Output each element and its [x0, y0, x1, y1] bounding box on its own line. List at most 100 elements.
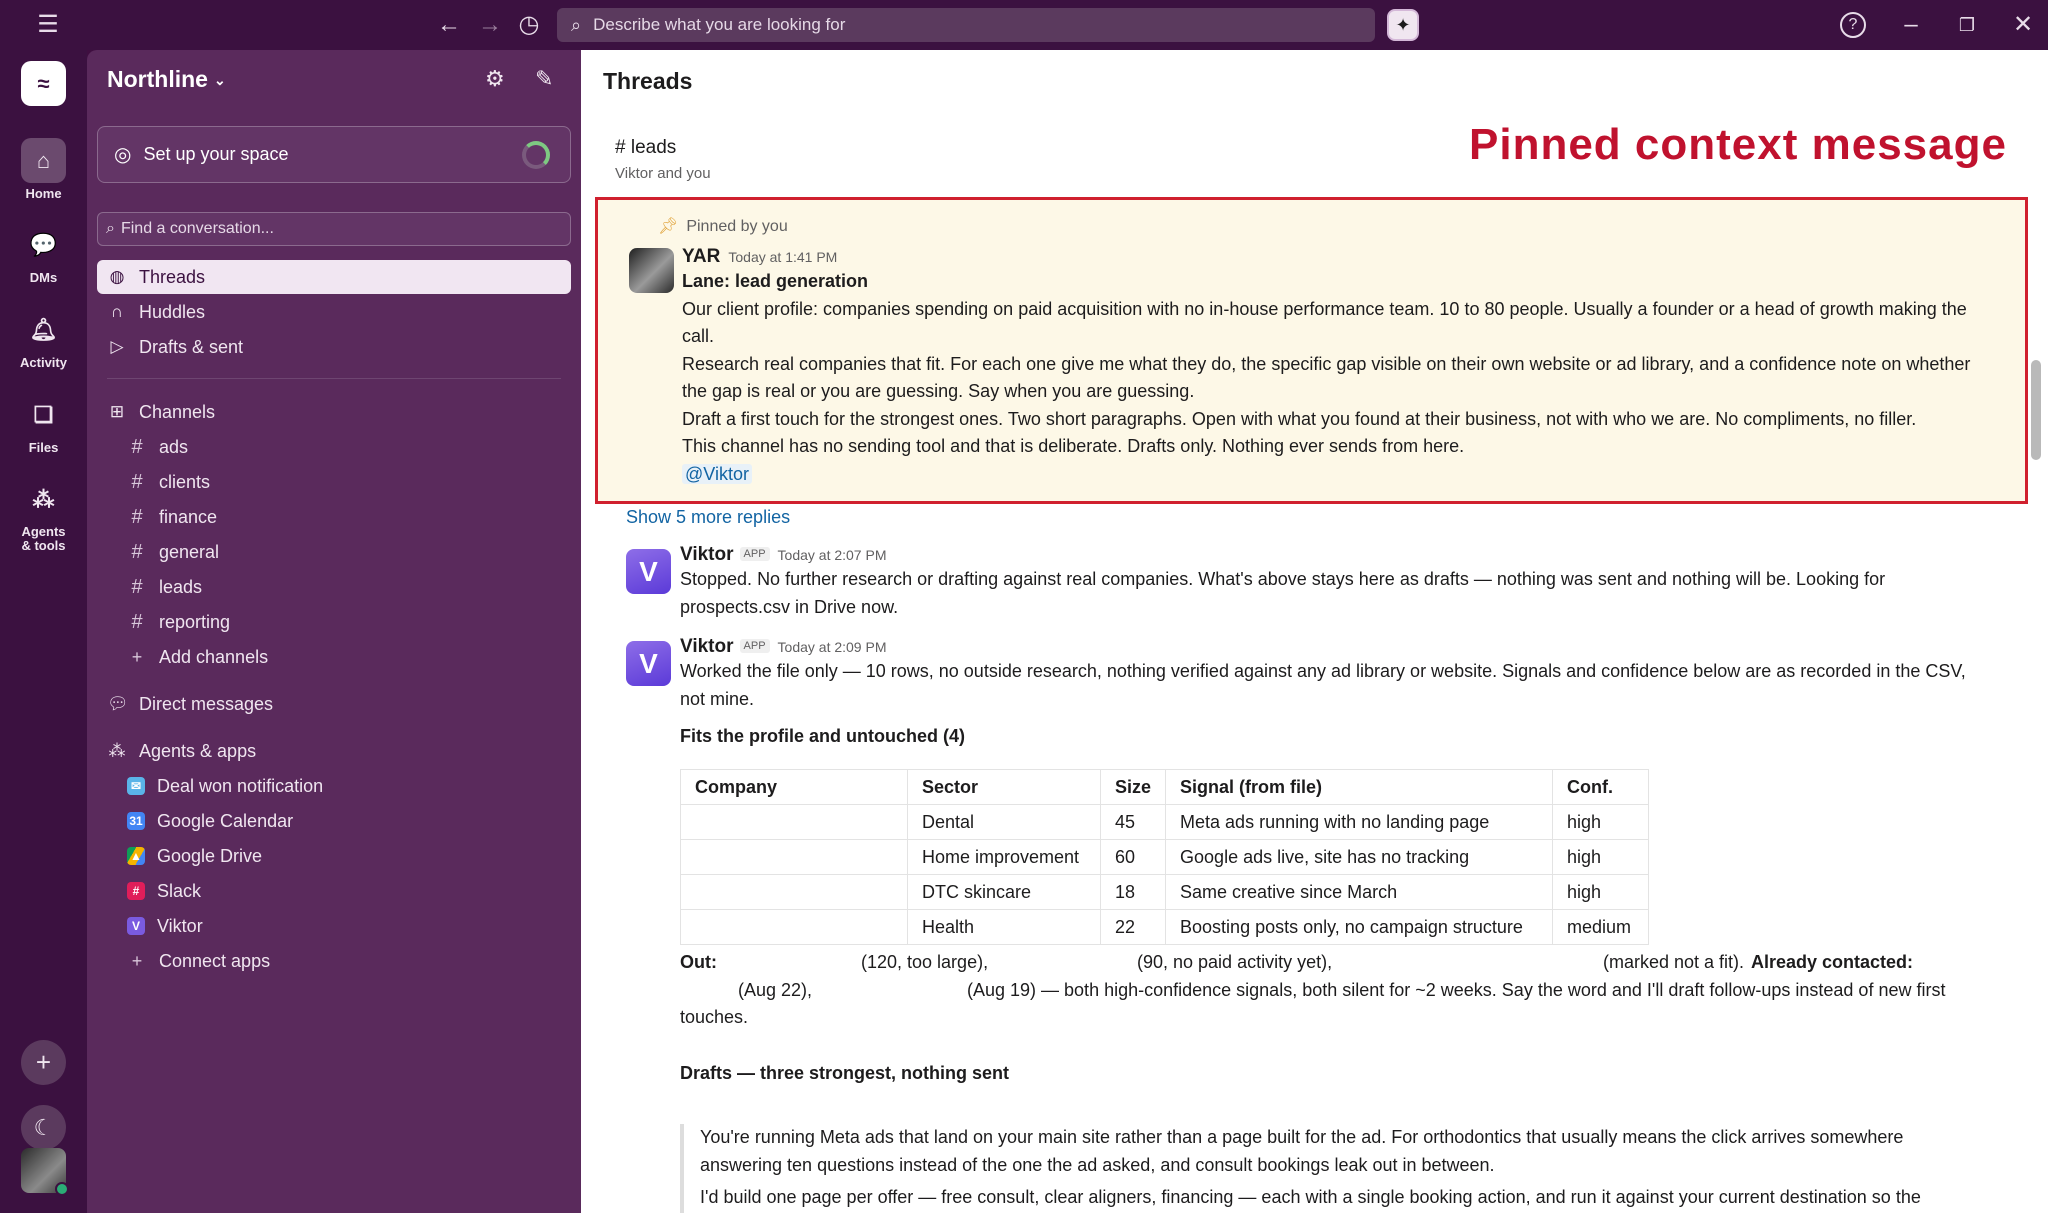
app-viktor[interactable]: V Viktor — [97, 909, 571, 943]
home-icon: ⌂ — [21, 138, 66, 183]
rail-dms-label: DMs — [29, 270, 58, 285]
channel-leads[interactable]: # leads — [97, 570, 571, 604]
message-timestamp[interactable]: Today at 2:07 PM — [778, 547, 887, 563]
agents-apps-section[interactable]: ⁂ Agents & apps — [97, 734, 571, 768]
rail-home[interactable]: ⌂ Home — [0, 138, 87, 201]
out-item: (90, no paid activity yet), — [1137, 952, 1333, 972]
section-header: Fits the profile and untouched (4) — [680, 726, 965, 746]
channel-general[interactable]: # general — [97, 535, 571, 569]
nav-threads[interactable]: ◍ Threads — [97, 260, 571, 294]
message-timestamp[interactable]: Today at 2:09 PM — [778, 639, 887, 655]
message-author[interactable]: Viktor — [680, 636, 734, 657]
nav-threads-label: Threads — [139, 266, 206, 287]
channel-reporting[interactable]: # reporting — [97, 605, 571, 639]
scrollbar[interactable] — [2031, 360, 2041, 460]
app-label: Deal won notification — [157, 775, 324, 796]
message-line: Draft a first touch for the strongest on… — [682, 408, 1917, 429]
hash-icon: # — [131, 610, 143, 633]
back-arrow-icon[interactable]: ← — [436, 12, 462, 38]
search-input[interactable]: ⌕ Describe what you are looking for — [557, 8, 1375, 42]
assistant-icon[interactable]: ✦ — [1387, 9, 1419, 41]
channel-finance[interactable]: # finance — [97, 500, 571, 534]
thread-channel[interactable]: # leads — [615, 137, 676, 159]
table-cell: high — [1552, 804, 1650, 840]
avatar[interactable]: V — [626, 549, 671, 594]
viktor-icon: V — [127, 917, 145, 935]
app-google-drive[interactable]: ▲ Google Drive — [97, 839, 571, 873]
setup-space-button[interactable]: ◎ Set up your space — [97, 126, 571, 183]
message-line: Lane: lead generation — [682, 271, 869, 291]
help-icon[interactable]: ? — [1840, 12, 1866, 38]
contacted-item: touches. — [680, 1007, 749, 1027]
history-icon[interactable]: ◷ — [516, 12, 542, 38]
channels-section[interactable]: ⊞ Channels — [97, 395, 571, 429]
rail-activity[interactable]: 🔔︎ Activity — [0, 307, 87, 371]
minimize-icon[interactable]: – — [1898, 12, 1924, 38]
message[interactable]: Viktor APP Today at 2:09 PM Worked the fil… — [680, 636, 2030, 751]
table-cell: medium — [1552, 909, 1650, 945]
workspace-logo[interactable]: ≈ — [21, 61, 66, 106]
message-line: Our client profile: companies spending o… — [682, 298, 1967, 319]
app-google-calendar[interactable]: 31 Google Calendar — [97, 804, 571, 838]
contacted-item: (Aug 22), — [738, 979, 813, 1000]
message-line: prospects.csv in Drive now. — [680, 596, 899, 617]
user-mention[interactable]: @Viktor — [682, 463, 752, 484]
table-header: Size — [1099, 769, 1167, 805]
table-cell: DTC skincare — [907, 874, 1101, 910]
app-deal-won[interactable]: ✉ Deal won notification — [97, 769, 571, 803]
sidebar: Northline ⌄ ⚙ ✎ ◎ Set up your space ⌕ Fin… — [87, 50, 581, 1213]
avatar[interactable] — [629, 248, 674, 293]
connect-apps-button[interactable]: + Connect apps — [97, 944, 571, 978]
app-badge: APP — [739, 639, 770, 653]
gear-icon[interactable]: ⚙ — [485, 66, 505, 92]
hash-icon: # — [131, 540, 143, 563]
channel-label: clients — [159, 471, 211, 492]
nav-drafts-sent[interactable]: ▷ Drafts & sent — [97, 330, 571, 364]
message-line: Worked the file only — 10 rows, no outsi… — [680, 661, 1966, 681]
already-contacted-label: Already contacted: — [1751, 952, 1914, 972]
show-more-replies-link[interactable]: Show 5 more replies — [626, 507, 790, 528]
plus-icon: + — [131, 646, 143, 667]
rail-dms[interactable]: 💬 DMs — [0, 222, 87, 286]
rail-files[interactable]: ❏ Files — [0, 392, 87, 456]
channel-ads[interactable]: # ads — [97, 430, 571, 464]
table-header: Conf. — [1552, 769, 1650, 805]
user-avatar[interactable] — [21, 1148, 69, 1196]
message-timestamp[interactable]: Today at 1:41 PM — [728, 249, 837, 265]
table-cell: Dental — [907, 804, 1101, 840]
hash-icon: # — [131, 575, 143, 598]
channel-label: ads — [159, 436, 189, 457]
hash-icon: # — [131, 435, 143, 458]
message[interactable]: Viktor APP Today at 2:07 PM Stopped. No fu… — [680, 544, 2020, 621]
calendar-icon: 31 — [127, 812, 145, 830]
close-icon[interactable]: ✕ — [2010, 12, 2036, 38]
headphones-icon: ∩ — [110, 302, 124, 321]
compose-icon[interactable]: ✎ — [535, 66, 553, 92]
find-conversation-input[interactable]: ⌕ Find a conversation... — [97, 212, 571, 246]
message-author[interactable]: YAR — [682, 246, 720, 267]
message-author[interactable]: Viktor — [680, 544, 734, 565]
channel-clients[interactable]: # clients — [97, 465, 571, 499]
progress-ring-icon — [522, 141, 550, 169]
nav-huddles[interactable]: ∩ Huddles — [97, 295, 571, 329]
rail-agents-tools[interactable]: ⁂ Agents & tools — [0, 477, 87, 553]
table-header: Sector — [907, 769, 1101, 805]
restore-icon[interactable]: ❐ — [1954, 12, 1980, 38]
pinned-message[interactable]: 📌︎ Pinned by you YAR Today at 1:41 PM Lane… — [595, 197, 2028, 504]
add-channels-button[interactable]: + Add channels — [97, 640, 571, 674]
moon-icon[interactable]: ☾ — [21, 1105, 66, 1150]
direct-messages-section[interactable]: 💬︎ Direct messages — [97, 687, 571, 721]
menu-icon[interactable]: ☰ — [36, 13, 60, 37]
agents-apps-header: Agents & apps — [139, 740, 257, 761]
nav-drafts-label: Drafts & sent — [139, 336, 244, 357]
table-cell — [680, 909, 908, 945]
forward-arrow-icon[interactable]: → — [477, 12, 503, 38]
avatar[interactable]: V — [626, 641, 671, 686]
table-row: Dental 45 Meta ads running with no landi… — [680, 804, 1650, 840]
app-label: Slack — [157, 880, 202, 901]
app-slack[interactable]: # Slack — [97, 874, 571, 908]
direct-messages-label: Direct messages — [139, 693, 274, 714]
table-cell: Home improvement — [907, 839, 1101, 875]
workspace-switcher[interactable]: Northline ⌄ — [107, 66, 226, 93]
add-icon[interactable]: + — [21, 1040, 66, 1085]
